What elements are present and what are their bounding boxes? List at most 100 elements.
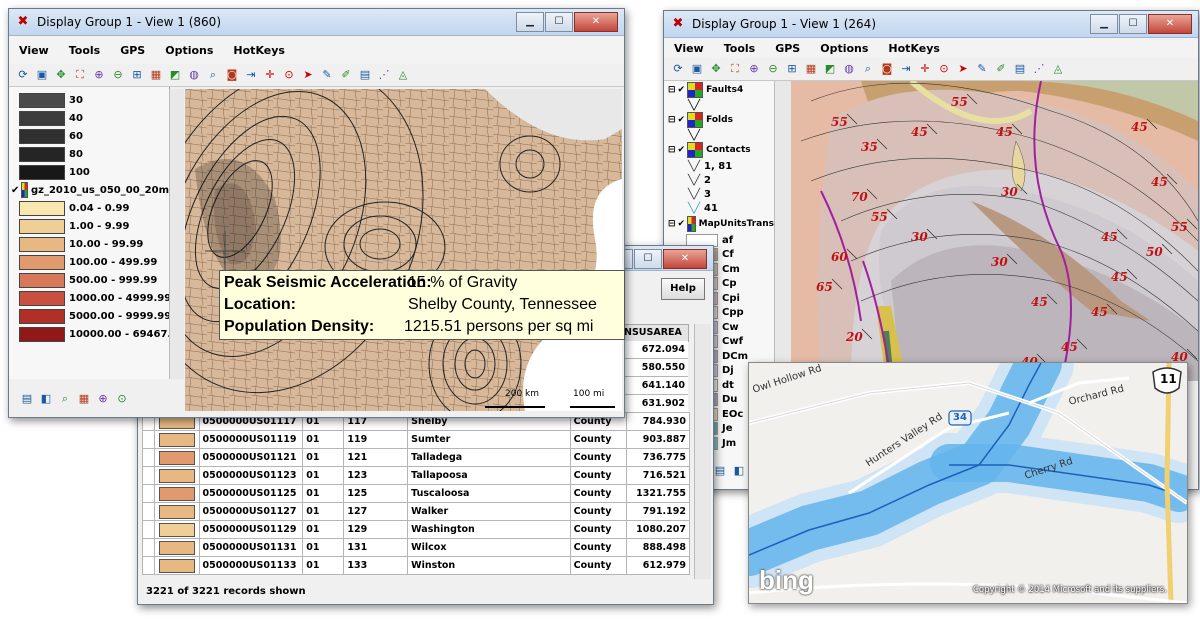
maximize-button[interactable]: ☐: [1119, 14, 1147, 34]
table-cell-area[interactable]: 784.930: [626, 412, 690, 431]
row-selector[interactable]: [141, 538, 156, 557]
pan-icon[interactable]: ✥: [53, 67, 69, 83]
table-cell-area[interactable]: 903.887: [626, 430, 690, 449]
table-cell-area[interactable]: 1080.207: [626, 520, 690, 539]
table-cell-id[interactable]: 0500000US01131: [198, 538, 304, 557]
collapse-icon[interactable]: ⊟: [668, 145, 676, 155]
geologic-map[interactable]: 555545 4535304545455570305545503045452065…: [791, 81, 1198, 381]
menu-tools[interactable]: Tools: [724, 42, 755, 55]
layer-row[interactable]: ⊟ ✔ Faults4: [664, 81, 774, 99]
table-cell-name[interactable]: Washington: [407, 520, 571, 539]
collapse-icon[interactable]: ⊟: [668, 85, 676, 95]
table-cell-state[interactable]: 01: [302, 430, 345, 449]
row-selector[interactable]: [141, 466, 156, 485]
table-cell-name[interactable]: Wilcox: [407, 538, 571, 557]
table-cell-lsad[interactable]: County: [569, 448, 628, 467]
help-button[interactable]: Help: [661, 278, 705, 300]
table-cell-name[interactable]: Talladega: [407, 448, 571, 467]
table-cell-id[interactable]: 0500000US01119: [198, 430, 304, 449]
crosshair-icon[interactable]: ✛: [262, 67, 278, 83]
table-row[interactable]: 0500000US01133 01 133 Winston County 612.979: [141, 556, 690, 575]
table-cell-area[interactable]: 736.775: [626, 448, 690, 467]
sketch-icon[interactable]: ⋰: [376, 67, 392, 83]
row-selector[interactable]: [141, 556, 156, 575]
table-cell-county[interactable]: 127: [343, 502, 409, 521]
table-cell-id[interactable]: 0500000US01127: [198, 502, 304, 521]
row-selector[interactable]: [141, 430, 156, 449]
table-cell-county[interactable]: 119: [343, 430, 409, 449]
table-cell-state[interactable]: 01: [302, 556, 345, 575]
fit-icon[interactable]: ⛶: [727, 61, 743, 77]
close-button[interactable]: ✕: [1148, 14, 1192, 34]
visible-checkbox[interactable]: ✔: [678, 115, 686, 125]
menu-options[interactable]: Options: [165, 44, 213, 57]
full-view-icon[interactable]: ▣: [34, 67, 50, 83]
table-cell-area[interactable]: 612.979: [626, 556, 690, 575]
sketch-icon[interactable]: ⋰: [1031, 61, 1047, 77]
locate-icon[interactable]: ⇥: [243, 67, 259, 83]
visible-checkbox[interactable]: ✔: [678, 219, 686, 229]
visible-checkbox[interactable]: ✔: [678, 145, 686, 155]
find-icon[interactable]: ⌕: [860, 61, 876, 77]
table-row[interactable]: 0500000US01119 01 119 Sumter County 903.887: [141, 430, 690, 449]
layers-icon[interactable]: ◩: [167, 67, 183, 83]
table-row[interactable]: 0500000US01123 01 123 Tallapoosa County 716.5…: [141, 466, 690, 485]
table-row[interactable]: 0500000US01127 01 127 Walker County 791.192: [141, 502, 690, 521]
layer-icon[interactable]: ◧: [38, 391, 54, 407]
table-cell-name[interactable]: Winston: [407, 556, 571, 575]
legend-scrollbar[interactable]: [169, 89, 184, 379]
layer-row[interactable]: ✔ gz_2010_us_050_00_20m: [9, 181, 169, 199]
street-map[interactable]: [749, 363, 1187, 603]
sort-icon[interactable]: ▤: [712, 463, 728, 479]
row-selector[interactable]: [141, 520, 156, 539]
menu-hotkeys[interactable]: HotKeys: [888, 42, 940, 55]
table-cell-state[interactable]: 01: [302, 484, 345, 503]
table-cell-lsad[interactable]: County: [569, 556, 628, 575]
menu-hotkeys[interactable]: HotKeys: [233, 44, 285, 57]
table-cell-area[interactable]: 1321.755: [626, 484, 690, 503]
table-cell-county[interactable]: 121: [343, 448, 409, 467]
menu-gps[interactable]: GPS: [120, 44, 145, 57]
full-view-icon[interactable]: ▣: [689, 61, 705, 77]
zoom-icon[interactable]: ⊙: [114, 391, 130, 407]
table-cell-county[interactable]: 123: [343, 466, 409, 485]
zoom-in-icon[interactable]: ⊕: [746, 61, 762, 77]
zoom-in-icon[interactable]: ⊕: [91, 67, 107, 83]
table-cell-id[interactable]: 0500000US01123: [198, 466, 304, 485]
table-cell-county[interactable]: 125: [343, 484, 409, 503]
zoom-box-icon[interactable]: ⊞: [129, 67, 145, 83]
menu-view[interactable]: View: [19, 44, 49, 57]
pan-icon[interactable]: ✥: [708, 61, 724, 77]
table-row[interactable]: 0500000US01129 01 129 Washington County 1080.…: [141, 520, 690, 539]
seismic-map[interactable]: [185, 89, 622, 411]
table-cell-lsad[interactable]: County: [569, 538, 628, 557]
table-cell-name[interactable]: Sumter: [407, 430, 571, 449]
search-icon[interactable]: ⌕: [57, 391, 73, 407]
table-row[interactable]: 0500000US01131 01 131 Wilcox County 888.498: [141, 538, 690, 557]
table-cell-id[interactable]: 0500000US01125: [198, 484, 304, 503]
select-arrow-icon[interactable]: ➤: [955, 61, 971, 77]
table-cell-name[interactable]: Tallapoosa: [407, 466, 571, 485]
table-cell-area[interactable]: 888.498: [626, 538, 690, 557]
maximize-button[interactable]: ☐: [545, 12, 573, 32]
table-cell-county[interactable]: 133: [343, 556, 409, 575]
close-button[interactable]: ✕: [663, 249, 707, 269]
table-cell-state[interactable]: 01: [302, 448, 345, 467]
table-cell-state[interactable]: 01: [302, 466, 345, 485]
layer-row[interactable]: ⊟ ✔ Folds: [664, 111, 774, 129]
table-cell-county[interactable]: 129: [343, 520, 409, 539]
minimize-button[interactable]: ▁: [516, 12, 544, 32]
camera-icon[interactable]: ◙: [224, 67, 240, 83]
refresh-icon[interactable]: ⟳: [15, 67, 31, 83]
grid-icon[interactable]: ▦: [148, 67, 164, 83]
table-cell-lsad[interactable]: County: [569, 502, 628, 521]
table-cell-area[interactable]: 716.521: [626, 466, 690, 485]
zoom-select-icon[interactable]: ⊙: [936, 61, 952, 77]
pencil-icon[interactable]: ✎: [974, 61, 990, 77]
layer-icon[interactable]: ◧: [731, 463, 747, 479]
table-icon[interactable]: ▤: [357, 67, 373, 83]
gps-icon[interactable]: ◬: [395, 67, 411, 83]
menu-view[interactable]: View: [674, 42, 704, 55]
grid-icon[interactable]: ▦: [803, 61, 819, 77]
refresh-icon[interactable]: ⟳: [670, 61, 686, 77]
